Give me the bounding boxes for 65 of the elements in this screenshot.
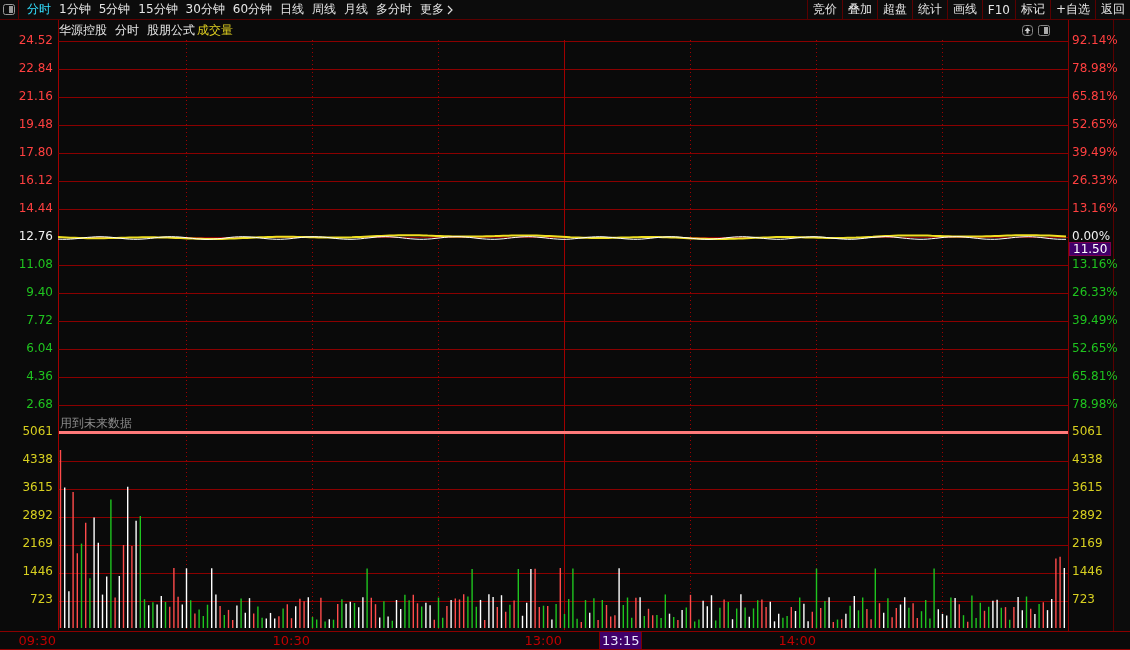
up-arrow-icon[interactable] — [1022, 24, 1033, 36]
panel-toggle-icon[interactable] — [1038, 24, 1050, 36]
time-label: 13:00 — [524, 631, 562, 649]
period-tab[interactable]: 分时 — [27, 1, 51, 18]
price-label: 16.12 — [17, 174, 54, 187]
price-label: 9.40 — [25, 286, 54, 299]
time-label: 14:00 — [778, 631, 816, 649]
volume-label: 1446 — [1071, 565, 1104, 578]
price-label: 21.16 — [17, 90, 54, 103]
period-tab[interactable]: 30分钟 — [185, 1, 225, 18]
period-tab[interactable]: 15分钟 — [138, 1, 178, 18]
price-label: 17.80 — [17, 146, 54, 159]
toolbar-button[interactable]: +自选 — [1049, 0, 1095, 19]
volume-label: 3615 — [1071, 481, 1104, 494]
volume-label: 2169 — [21, 537, 54, 550]
formula-name: 股朋公式 — [147, 21, 195, 39]
price-label: 12.76 — [17, 230, 54, 243]
volume-label: 2892 — [1071, 509, 1104, 522]
toolbar-button[interactable]: 统计 — [911, 0, 947, 19]
percent-label: 0.00% — [1071, 230, 1112, 243]
price-label: 14.44 — [17, 202, 54, 215]
volume-label: 2892 — [21, 509, 54, 522]
crosshair-price-tag: 11.50 — [1069, 242, 1111, 256]
chart-mode: 分时 — [115, 21, 139, 39]
chevron-icon — [447, 4, 454, 15]
period-tab[interactable]: 周线 — [312, 1, 337, 18]
volume-label: 4338 — [1071, 453, 1104, 466]
time-label: 09:30 — [18, 631, 56, 649]
toolbar-button[interactable]: 超盘 — [876, 0, 912, 19]
price-label: 22.84 — [17, 62, 54, 75]
price-label: 11.08 — [17, 258, 54, 271]
volume-label: 5061 — [21, 425, 54, 438]
price-label: 6.04 — [25, 342, 54, 355]
panel-toggle-icon[interactable] — [0, 0, 19, 19]
toolbar-button[interactable]: 画线 — [946, 0, 982, 19]
period-tab[interactable]: 日线 — [280, 1, 305, 18]
price-label: 4.36 — [25, 370, 54, 383]
crosshair-time-tag: 13:15 — [599, 631, 643, 649]
stock-name: 华源控股 — [59, 21, 107, 39]
price-label: 19.48 — [17, 118, 54, 131]
price-label: 2.68 — [25, 398, 54, 411]
time-label: 10:30 — [272, 631, 310, 649]
volume-label: 1446 — [21, 565, 54, 578]
price-label: 24.52 — [17, 34, 54, 47]
toolbar-button[interactable]: F10 — [981, 0, 1015, 19]
volume-label: 723 — [29, 593, 54, 606]
toolbar-button[interactable]: 标记 — [1014, 0, 1050, 19]
volume-label: 3615 — [21, 481, 54, 494]
toolbar-button[interactable]: 返回 — [1095, 0, 1130, 19]
period-tab[interactable]: 5分钟 — [98, 1, 131, 18]
volume-label: 4338 — [21, 453, 54, 466]
more-menu[interactable]: 更多 — [420, 1, 454, 18]
volume-label: 5061 — [1071, 425, 1104, 438]
period-tab[interactable]: 月线 — [344, 1, 369, 18]
indicator-name: 成交量 — [197, 21, 233, 39]
period-tab[interactable]: 1分钟 — [59, 1, 91, 18]
toolbar-button[interactable]: 叠加 — [841, 0, 877, 19]
period-tab[interactable]: 60分钟 — [232, 1, 273, 18]
volume-label: 723 — [1071, 593, 1096, 606]
price-label: 7.72 — [25, 314, 54, 327]
more-label: 更多 — [420, 1, 445, 18]
period-tab[interactable]: 多分时 — [376, 1, 413, 18]
toolbar-button[interactable]: 竞价 — [806, 0, 842, 19]
indicator-warning: 用到未来数据 — [60, 415, 132, 432]
volume-label: 2169 — [1071, 537, 1104, 550]
